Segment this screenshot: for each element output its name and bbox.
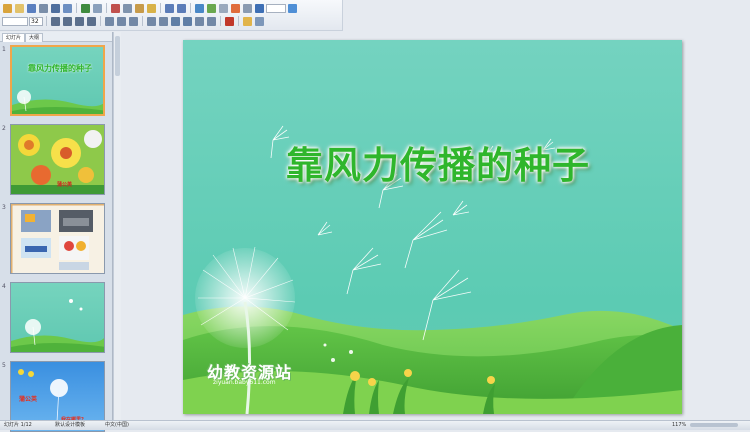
font-name-select[interactable] (2, 16, 28, 26)
bold-icon[interactable] (51, 16, 60, 26)
watermark-url: ziyuan.baby611.com (213, 379, 276, 386)
slide-canvas[interactable]: 靠风力传播的种子 幼教资源站 ziyuan.baby611.com (183, 40, 682, 414)
thumbnail-number: 3 (2, 204, 6, 211)
thumbnail-number: 5 (2, 362, 6, 369)
slides-panel: 幻灯片 大纲 1 靠风力传播的种子 2 蒲公英 3 4 5 蒲公英 (0, 32, 113, 432)
redo-icon[interactable] (177, 3, 186, 13)
separator (100, 16, 101, 26)
separator (238, 16, 239, 26)
separator (106, 3, 107, 13)
font-color-icon[interactable] (225, 16, 234, 26)
decrease-indent-icon[interactable] (195, 16, 204, 26)
decrease-font-icon[interactable] (183, 16, 192, 26)
bullets-icon[interactable] (159, 16, 168, 26)
thumbnail-number: 2 (2, 125, 6, 132)
open-icon[interactable] (15, 3, 24, 13)
slide-background-art (183, 40, 682, 414)
toolbar-row-formatting: 32 (2, 15, 265, 27)
panel-tabs: 幻灯片 大纲 (0, 32, 112, 42)
cut-icon[interactable] (111, 3, 120, 13)
font-size-select[interactable]: 32 (29, 16, 43, 26)
separator (46, 16, 47, 26)
insert-table-icon[interactable] (219, 3, 228, 13)
increase-indent-icon[interactable] (207, 16, 216, 26)
separator (76, 3, 77, 13)
color-grayscale-icon[interactable] (255, 3, 264, 13)
slide-thumbnail-3[interactable] (10, 203, 105, 274)
scrollbar-thumb[interactable] (115, 36, 120, 76)
italic-icon[interactable] (63, 16, 72, 26)
print-preview-icon[interactable] (63, 3, 72, 13)
copy-icon[interactable] (123, 3, 132, 13)
research-icon[interactable] (93, 3, 102, 13)
paste-icon[interactable] (135, 3, 144, 13)
thumbnail-5-label-1: 蒲公英 (19, 396, 38, 403)
help-icon[interactable] (288, 3, 297, 13)
slide-thumbnail-4[interactable] (10, 282, 105, 353)
thumbnail-1-art (12, 47, 103, 114)
numbering-icon[interactable] (147, 16, 156, 26)
tab-outline[interactable]: 大纲 (25, 33, 44, 42)
thumbnail-4-art (11, 283, 104, 352)
underline-icon[interactable] (75, 16, 84, 26)
separator (142, 16, 143, 26)
thumbnail-number: 1 (2, 46, 6, 53)
show-grid-icon[interactable] (243, 3, 252, 13)
thumbnail-number: 4 (2, 283, 6, 290)
permission-icon[interactable] (39, 3, 48, 13)
shadow-icon[interactable] (87, 16, 96, 26)
thumbnail-3-art (11, 204, 104, 273)
slide-thumbnail-1[interactable]: 靠风力传播的种子 (10, 45, 105, 116)
new-slide-icon[interactable] (255, 16, 264, 26)
tab-slides[interactable]: 幻灯片 (2, 33, 26, 42)
save-icon[interactable] (27, 3, 36, 13)
thumbnail-1-title: 靠风力传播的种子 (28, 64, 92, 73)
separator (220, 16, 221, 26)
new-icon[interactable] (3, 3, 12, 13)
slide-thumbnail-2[interactable]: 蒲公英 (10, 124, 105, 195)
design-icon[interactable] (243, 16, 252, 26)
insert-picture-icon[interactable] (231, 3, 240, 13)
zoom-select[interactable] (266, 3, 286, 13)
spelling-icon[interactable] (81, 3, 90, 13)
print-icon[interactable] (51, 3, 60, 13)
toolbar: 32 (0, 0, 343, 31)
separator (160, 3, 161, 13)
toolbar-row-standard (2, 2, 298, 14)
align-left-icon[interactable] (105, 16, 114, 26)
hyperlink-icon[interactable] (195, 3, 204, 13)
zoom-slider[interactable] (690, 423, 738, 427)
increase-font-icon[interactable] (171, 16, 180, 26)
thumbnail-2-label: 蒲公英 (57, 182, 73, 188)
slides-panel-scrollbar[interactable] (113, 32, 121, 420)
format-painter-icon[interactable] (147, 3, 156, 13)
align-center-icon[interactable] (117, 16, 126, 26)
separator (190, 3, 191, 13)
undo-icon[interactable] (165, 3, 174, 13)
align-right-icon[interactable] (129, 16, 138, 26)
insert-chart-icon[interactable] (207, 3, 216, 13)
slide-title[interactable]: 靠风力传播的种子 (283, 135, 593, 189)
